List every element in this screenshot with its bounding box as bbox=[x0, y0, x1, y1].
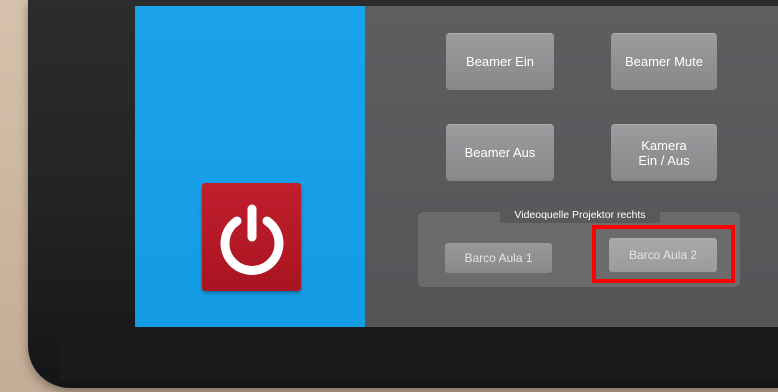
beamer-mute-button[interactable]: Beamer Mute bbox=[611, 33, 717, 90]
barco-aula-1-button[interactable]: Barco Aula 1 bbox=[445, 243, 552, 273]
kamera-ein-aus-button[interactable]: Kamera Ein / Aus bbox=[611, 124, 717, 181]
beamer-ein-button[interactable]: Beamer Ein bbox=[446, 33, 554, 90]
video-source-title: Videoquelle Projektor rechts bbox=[500, 207, 660, 223]
power-button[interactable] bbox=[202, 183, 301, 291]
beamer-aus-button[interactable]: Beamer Aus bbox=[446, 124, 554, 181]
highlight-box bbox=[592, 225, 735, 283]
left-panel bbox=[135, 6, 365, 327]
display-bezel-bottom bbox=[60, 340, 778, 380]
power-icon bbox=[220, 204, 283, 275]
